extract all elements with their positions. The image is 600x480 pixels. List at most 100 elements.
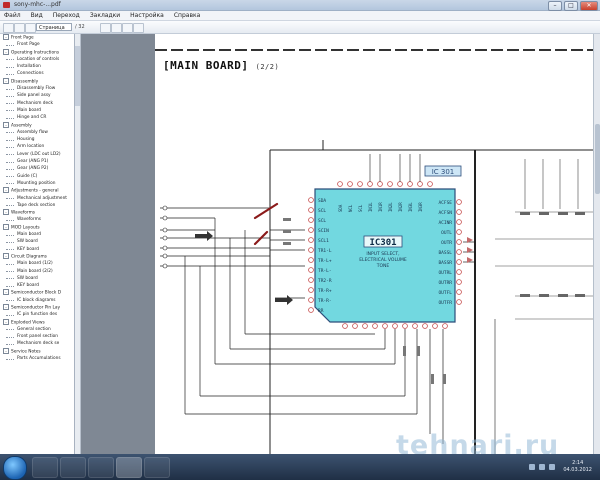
sidebar-item[interactable]: – Semiconductor Pin Lay [0,303,74,311]
sidebar-item[interactable]: – Adjustments - general [0,187,74,194]
zoom-in-icon[interactable] [111,23,122,33]
sidebar-item[interactable]: Waveforms [0,216,74,223]
flag-icon[interactable] [549,464,556,470]
sidebar-item[interactable]: General section [0,326,74,333]
ic301-desc-2: ELECTRICAL VOLUME [359,257,407,263]
clock[interactable]: 2:14 04.03.2012 [563,460,592,474]
sidebar-item[interactable]: – Semiconductor Block D [0,289,74,296]
sidebar-item[interactable]: – Disassembly [0,77,74,85]
forward-icon[interactable] [14,23,25,33]
svg-text:ACFSE: ACFSE [438,200,452,206]
sidebar-item[interactable]: Arm location [0,143,74,150]
sidebar-item[interactable]: – MOD Layouts [0,223,74,231]
sidebar-item[interactable]: SW board [0,238,74,245]
sidebar-item[interactable]: Assembly flow [0,129,74,136]
collapse-toggle-icon[interactable]: – [3,121,9,128]
taskbar-app-media-icon[interactable] [60,457,86,478]
sidebar-item[interactable]: IC block diagrams [0,297,74,304]
title-bar: sony-mhc-...pdf – □ ✕ [0,0,600,11]
sidebar-item[interactable]: Connections [0,70,74,77]
sidebar-item[interactable]: Gear (ANG P1) [0,158,74,165]
sidebar-item[interactable]: Lever (LDC out LD2) [0,151,74,158]
volume-icon[interactable] [539,464,546,470]
network-icon[interactable] [529,464,536,470]
sidebar-item[interactable]: – Front Page [0,34,74,41]
sidebar-item[interactable]: – Exploded Views [0,318,74,326]
sidebar-item[interactable]: Mechanism deck se [0,340,74,347]
sidebar-item-label: KEY board [17,246,39,252]
collapse-toggle-icon[interactable]: – [3,252,9,259]
sidebar-item[interactable]: Main board (2/2) [0,268,74,275]
sidebar-item-label: Connections [17,71,44,77]
menu-bookmarks[interactable]: Закладки [90,11,120,20]
sidebar-scroll-thumb[interactable] [75,46,80,106]
svg-text:TR-R-: TR-R- [318,298,332,304]
document-scrollbar[interactable] [593,34,600,454]
page-up-icon[interactable] [25,23,36,33]
sidebar-item[interactable]: KEY board [0,246,74,253]
sidebar-item[interactable]: Location of controls [0,56,74,63]
sidebar-item[interactable]: Main board [0,231,74,238]
sidebar-item-label: Main board [17,232,42,238]
sidebar-item[interactable]: Guide (C) [0,173,74,180]
sidebar-item[interactable]: Installation [0,63,74,70]
collapse-toggle-icon[interactable]: – [3,187,9,194]
taskbar-app-explorer-icon[interactable] [32,457,58,478]
taskbar-app-browser-icon[interactable] [88,457,114,478]
sidebar-item[interactable]: – Circuit Diagrams [0,252,74,260]
sidebar-item[interactable]: Mechanism deck [0,100,74,107]
collapse-toggle-icon[interactable]: – [3,209,9,216]
sidebar-item[interactable]: Front panel section [0,333,74,340]
sidebar-item[interactable]: Disassembly Flow [0,85,74,92]
page-number-input[interactable]: Страница [36,23,72,31]
sidebar-item[interactable]: KEY board [0,282,74,289]
sidebar-item-label: Waveforms [11,210,36,216]
taskbar-app-pdf-icon[interactable] [116,457,142,478]
menu-go[interactable]: Переход [53,11,80,20]
menu-settings[interactable]: Настройка [130,11,164,20]
menu-file[interactable]: Файл [4,11,21,20]
sidebar-item-label: Mechanism deck se [17,341,60,347]
sidebar-item[interactable]: – Assembly [0,121,74,129]
sidebar-item-label: Main board [17,107,42,113]
sidebar-item[interactable]: Hinge and CR [0,114,74,121]
sidebar-item[interactable]: Mechanical adjustment [0,195,74,202]
zoom-out-icon[interactable] [100,23,111,33]
document-scroll-thumb[interactable] [595,124,600,194]
menu-bar: Файл Вид Переход Закладки Настройка Спра… [0,11,600,21]
menu-view[interactable]: Вид [31,11,43,20]
collapse-toggle-icon[interactable]: – [3,48,9,55]
minimize-button[interactable]: – [548,1,562,11]
sidebar-item[interactable]: Side panel assy [0,92,74,99]
close-button[interactable]: ✕ [580,1,598,11]
sidebar-item[interactable]: – Waveforms [0,209,74,216]
collapse-toggle-icon[interactable]: – [3,34,9,40]
sidebar-item[interactable]: Gear (ANG P2) [0,165,74,172]
sidebar-item[interactable]: IC pin function des [0,311,74,318]
sidebar-item[interactable]: Parts Accumulations [0,355,74,362]
back-icon[interactable] [3,23,14,33]
svg-text:IN2R: IN2R [398,202,403,212]
collapse-toggle-icon[interactable]: – [3,303,9,310]
sidebar-item[interactable]: Main board (1/2) [0,260,74,267]
sidebar-item[interactable]: Main board [0,107,74,114]
collapse-toggle-icon[interactable]: – [3,289,9,296]
collapse-toggle-icon[interactable]: – [3,318,9,325]
sidebar-item[interactable]: SW board [0,275,74,282]
fit-width-icon[interactable] [122,23,133,33]
collapse-toggle-icon[interactable]: – [3,347,9,354]
svg-text:SCL: SCL [318,208,326,214]
sidebar-item[interactable]: Housing [0,136,74,143]
sidebar-item[interactable]: Mounting position [0,180,74,187]
sidebar-item[interactable]: Tape deck section [0,202,74,209]
fit-page-icon[interactable] [133,23,144,33]
sidebar-item[interactable]: Front Page [0,41,74,48]
taskbar-app-folder-icon[interactable] [144,457,170,478]
menu-help[interactable]: Справка [174,11,200,20]
sidebar-item[interactable]: – Operating Instructions [0,48,74,56]
start-button[interactable] [3,456,27,480]
sidebar-item[interactable]: – Service Notes [0,347,74,355]
maximize-button[interactable]: □ [564,1,578,11]
collapse-toggle-icon[interactable]: – [3,223,9,230]
collapse-toggle-icon[interactable]: – [3,77,9,84]
